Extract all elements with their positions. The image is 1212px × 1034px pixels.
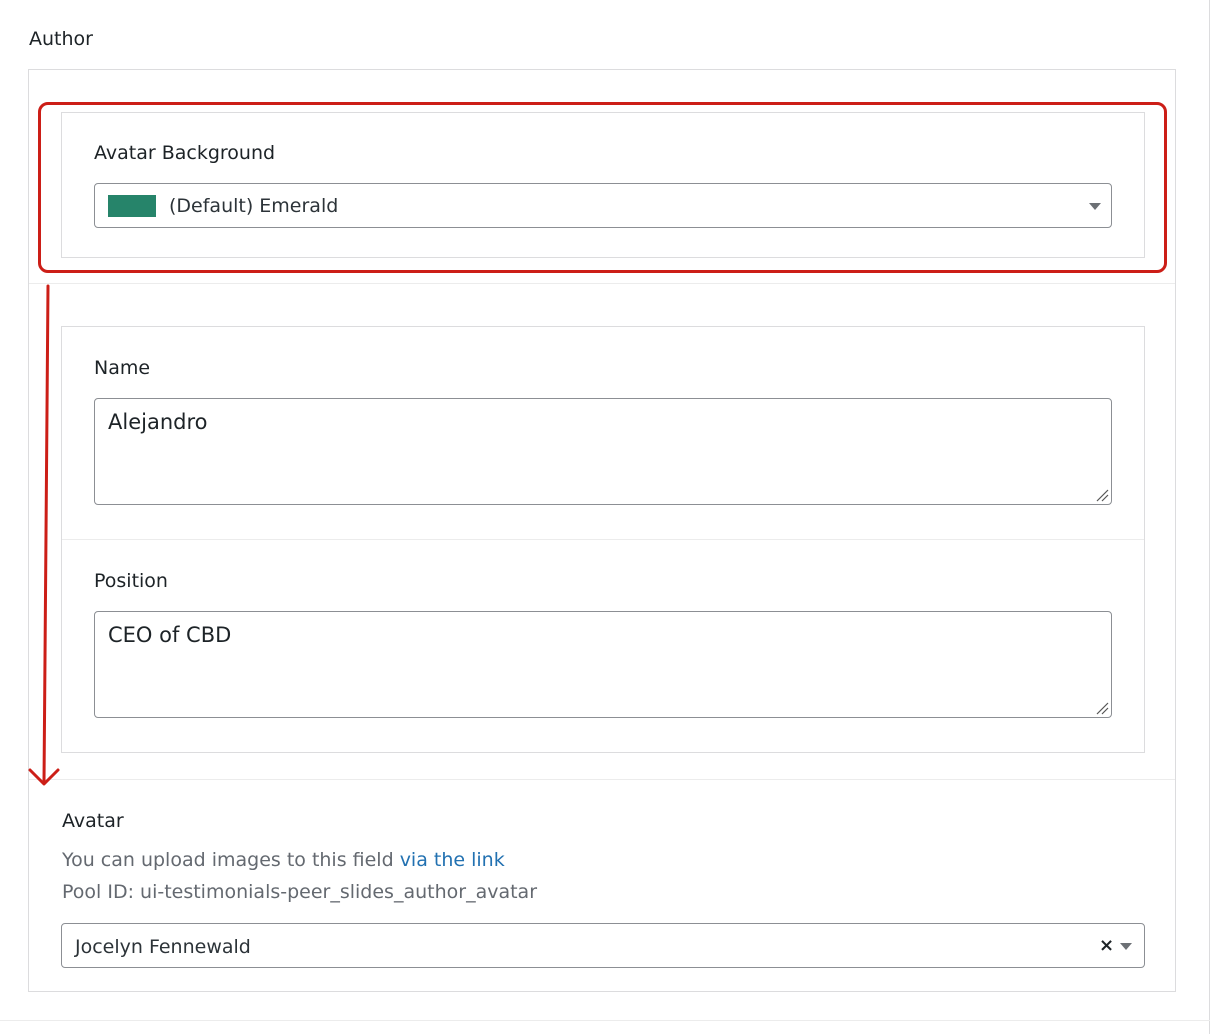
annotation-arrow-shaft xyxy=(42,284,50,784)
annotation-arrow xyxy=(28,284,60,786)
